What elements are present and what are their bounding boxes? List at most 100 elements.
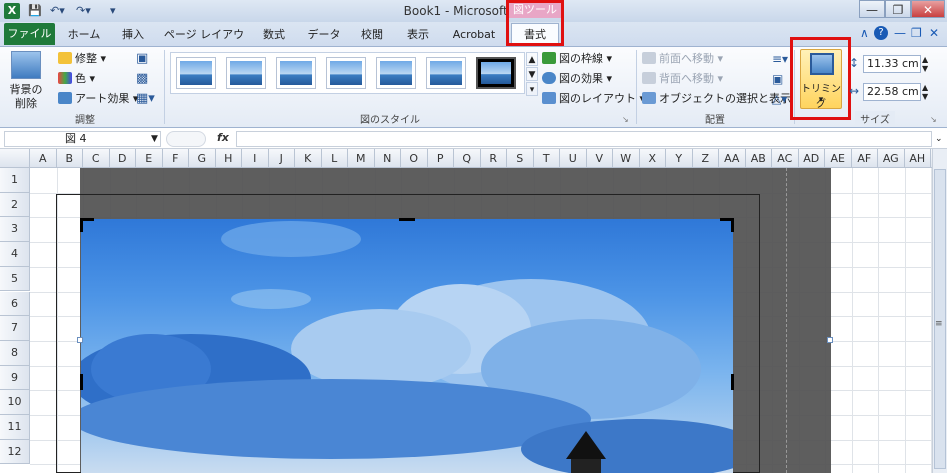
picture-style-7[interactable] — [476, 57, 516, 89]
row-header-11[interactable]: 11 — [0, 415, 30, 440]
row-header-12[interactable]: 12 — [0, 439, 30, 465]
column-header-s[interactable]: S — [507, 149, 534, 168]
column-header-h[interactable]: H — [215, 149, 242, 168]
help-icon[interactable]: ? — [874, 26, 888, 40]
gallery-up-icon[interactable]: ▲ — [526, 52, 538, 66]
resize-handle-left[interactable] — [77, 337, 83, 343]
column-header-ah[interactable]: AH — [904, 149, 931, 168]
change-picture-icon[interactable]: ▩ — [136, 72, 148, 86]
resize-handle-right[interactable] — [827, 337, 833, 343]
artistic-effects-button[interactable]: アート効果 ▾ — [58, 92, 138, 106]
column-header-o[interactable]: O — [401, 149, 428, 168]
doc-minimize-icon[interactable]: — — [894, 26, 906, 40]
row-header-8[interactable]: 8 — [0, 340, 30, 366]
tab-formulas[interactable]: 数式 — [256, 25, 292, 45]
group-objects-icon[interactable]: ▣ — [772, 72, 783, 86]
selected-picture[interactable] — [81, 219, 733, 473]
tab-insert[interactable]: 挿入 — [116, 25, 150, 45]
column-header-n[interactable]: N — [374, 149, 401, 168]
close-icon[interactable]: ✕ — [911, 0, 945, 18]
column-header-j[interactable]: J — [268, 149, 295, 168]
tab-home[interactable]: ホーム — [64, 25, 104, 45]
tab-data[interactable]: データ — [304, 25, 344, 45]
column-header-t[interactable]: T — [533, 149, 560, 168]
tab-page-layout[interactable]: ページ レイアウト — [162, 25, 246, 61]
corrections-button[interactable]: 修整 ▾ — [58, 52, 106, 66]
worksheet-grid[interactable]: A B C D E F G H I J K L M N O P Q R S T U V W X Y Z AA AB AC AD AE AF AG… — [0, 149, 947, 473]
remove-background-button[interactable]: 背景の 削除 — [6, 83, 46, 111]
row-header-4[interactable]: 4 — [0, 242, 30, 267]
tab-review[interactable]: 校閲 — [356, 25, 388, 45]
selection-pane-button[interactable]: オブジェクトの選択と表示 — [642, 92, 791, 106]
row-header-10[interactable]: 10 — [0, 390, 30, 415]
column-header-ab[interactable]: AB — [745, 149, 772, 168]
vertical-scrollbar[interactable]: ≡ — [932, 149, 947, 473]
row-header-2[interactable]: 2 — [0, 192, 30, 218]
picture-style-1[interactable] — [176, 57, 216, 89]
tab-view[interactable]: 表示 — [400, 25, 436, 45]
picture-style-6[interactable] — [426, 57, 466, 89]
name-box-dropdown-icon[interactable]: ▼ — [151, 132, 158, 146]
picture-style-4[interactable] — [326, 57, 366, 89]
column-header-f[interactable]: F — [162, 149, 189, 168]
column-header-l[interactable]: L — [321, 149, 348, 168]
column-header-p[interactable]: P — [427, 149, 454, 168]
width-spinner-icon[interactable]: ▲ ▼ — [922, 83, 928, 101]
crop-handle-tl-v[interactable] — [80, 218, 83, 232]
picture-style-3[interactable] — [276, 57, 316, 89]
column-header-aa[interactable]: AA — [719, 149, 746, 168]
insert-function-icon[interactable]: fx — [217, 131, 229, 144]
picture-styles-launcher-icon[interactable]: ↘ — [622, 113, 629, 127]
picture-style-2[interactable] — [226, 57, 266, 89]
column-header-x[interactable]: X — [639, 149, 666, 168]
reset-picture-icon[interactable]: ▦▾ — [136, 92, 155, 106]
column-header-z[interactable]: Z — [692, 149, 719, 168]
bring-forward-button[interactable]: 前面へ移動 ▾ — [642, 52, 723, 66]
minimize-icon[interactable]: — — [859, 0, 885, 18]
row-header-7[interactable]: 7 — [0, 316, 30, 341]
column-header-ac[interactable]: AC — [772, 149, 799, 168]
column-header-d[interactable]: D — [109, 149, 136, 168]
column-header-m[interactable]: M — [348, 149, 375, 168]
gallery-down-icon[interactable]: ▼ — [526, 67, 538, 81]
rotate-icon[interactable]: △▾ — [772, 92, 787, 106]
picture-effects-button[interactable]: 図の効果 ▾ — [542, 72, 612, 86]
column-header-a[interactable]: A — [30, 149, 57, 168]
column-header-ad[interactable]: AD — [798, 149, 825, 168]
picture-border-button[interactable]: 図の枠線 ▾ — [542, 52, 612, 66]
tab-acrobat[interactable]: Acrobat — [448, 25, 500, 45]
compress-pictures-icon[interactable]: ▣ — [136, 52, 148, 66]
row-header-6[interactable]: 6 — [0, 291, 30, 317]
crop-handle-top[interactable] — [399, 218, 415, 221]
column-header-w[interactable]: W — [613, 149, 640, 168]
ribbon-minimize-icon[interactable]: ∧ — [860, 26, 869, 40]
crop-handle-tr-v[interactable] — [731, 218, 734, 232]
size-launcher-icon[interactable]: ↘ — [930, 113, 937, 127]
column-header-i[interactable]: I — [242, 149, 269, 168]
name-box[interactable]: 図 4 — [4, 131, 161, 147]
color-button[interactable]: 色 ▾ — [58, 72, 95, 86]
column-header-y[interactable]: Y — [666, 149, 693, 168]
send-backward-button[interactable]: 背面へ移動 ▾ — [642, 72, 723, 86]
column-header-k[interactable]: K — [295, 149, 322, 168]
picture-layout-button[interactable]: 図のレイアウト ▾ — [542, 92, 645, 106]
height-field[interactable]: 11.33 cm — [863, 55, 921, 73]
column-header-ag[interactable]: AG — [878, 149, 905, 168]
tab-file[interactable]: ファイル — [4, 23, 55, 45]
column-header-g[interactable]: G — [189, 149, 216, 168]
height-spinner-icon[interactable]: ▲ ▼ — [922, 55, 928, 73]
crop-handle-left[interactable] — [80, 374, 83, 390]
column-header-u[interactable]: U — [560, 149, 587, 168]
column-header-q[interactable]: Q — [454, 149, 481, 168]
restore-icon[interactable]: ❐ — [885, 0, 911, 18]
picture-style-5[interactable] — [376, 57, 416, 89]
width-field[interactable]: 22.58 cm — [863, 83, 921, 101]
column-header-v[interactable]: V — [586, 149, 613, 168]
gallery-more-icon[interactable]: ▾ — [526, 82, 538, 96]
row-header-5[interactable]: 5 — [0, 266, 30, 292]
row-header-9[interactable]: 9 — [0, 365, 30, 391]
crop-handle-right[interactable] — [731, 374, 734, 390]
align-icon[interactable]: ≡▾ — [772, 52, 788, 66]
row-header-1[interactable]: 1 — [0, 168, 30, 193]
doc-close-icon[interactable]: ✕ — [929, 26, 939, 40]
